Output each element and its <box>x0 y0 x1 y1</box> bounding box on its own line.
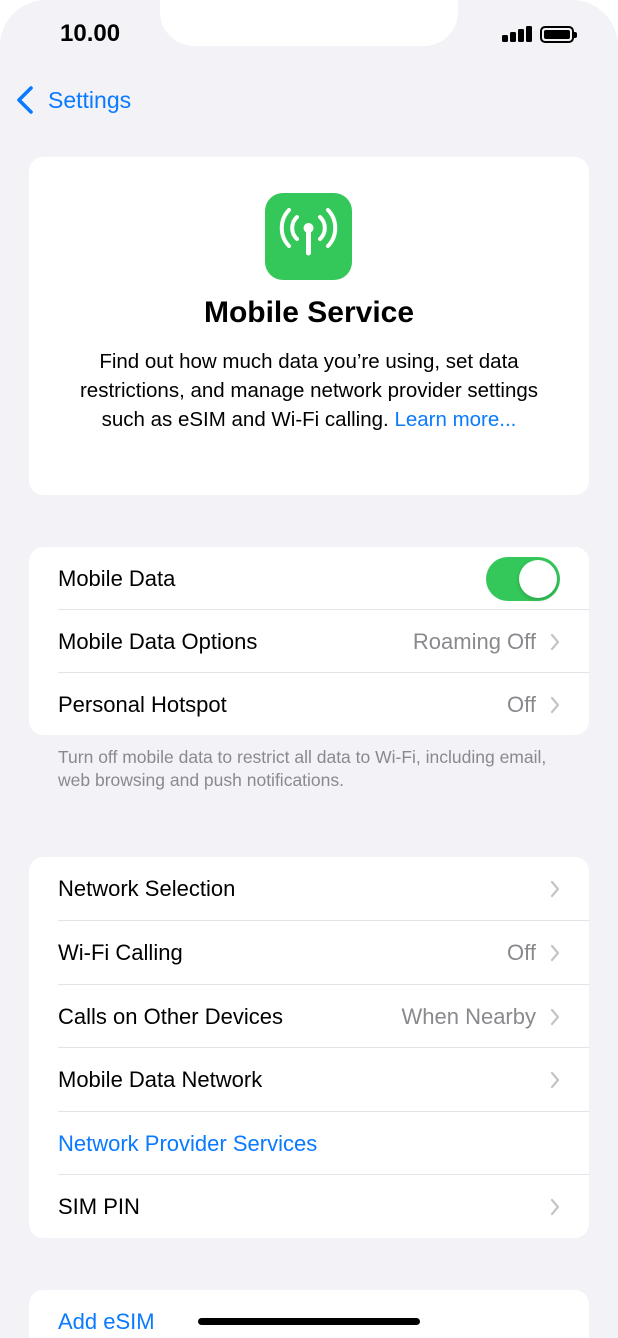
notch <box>160 0 458 46</box>
row-label: Network Selection <box>58 875 236 901</box>
page-title: Mobile Service <box>203 296 415 329</box>
wifi-calling-row[interactable]: Wi-Fi Calling Off <box>29 921 589 984</box>
row-label: Personal Hotspot <box>58 691 227 717</box>
row-label: Mobile Data Network <box>58 1066 263 1092</box>
row-label: Wi-Fi Calling <box>58 939 183 965</box>
mobile-data-options-row[interactable]: Mobile Data Options Roaming Off <box>29 610 589 673</box>
network-provider-services-row[interactable]: Network Provider Services <box>29 1112 589 1175</box>
add-esim-row[interactable]: Add eSIM <box>29 1290 589 1338</box>
back-label: Settings <box>48 86 132 113</box>
row-label: Calls on Other Devices <box>58 1003 283 1029</box>
chevron-right-icon <box>550 1198 560 1215</box>
learn-more-link[interactable]: Learn more... <box>394 408 516 431</box>
phone-screen: 10.00 Settings Mobile Service Find out h… <box>0 0 618 1338</box>
chevron-right-icon <box>550 880 560 897</box>
row-value: Off <box>507 939 536 965</box>
network-provider-services-link[interactable]: Network Provider Services <box>58 1131 560 1157</box>
row-value: Roaming Off <box>412 628 536 654</box>
status-icons <box>500 24 580 46</box>
row-value: Off <box>507 691 536 717</box>
row-label: Mobile Data <box>58 565 176 591</box>
chevron-right-icon <box>550 696 560 713</box>
chevron-right-icon <box>550 1071 560 1088</box>
mobile-data-row: Mobile Data <box>29 547 589 610</box>
hero-description: Find out how much data you’re using, set… <box>69 347 549 434</box>
mobile-data-toggle[interactable] <box>486 556 560 601</box>
row-label: Mobile Data Options <box>58 628 258 654</box>
chevron-right-icon <box>550 1008 560 1025</box>
personal-hotspot-row[interactable]: Personal Hotspot Off <box>29 673 589 736</box>
sim-pin-row[interactable]: SIM PIN <box>29 1175 589 1238</box>
chevron-right-icon <box>550 633 560 650</box>
mobile-data-network-row[interactable]: Mobile Data Network <box>29 1048 589 1111</box>
home-indicator <box>198 1318 420 1325</box>
status-time: 10.00 <box>60 20 121 47</box>
row-value: When Nearby <box>401 1003 536 1029</box>
toggle-knob <box>519 559 557 598</box>
mobile-data-group: Mobile Data Mobile Data Options Roaming … <box>29 547 589 735</box>
network-group: Network Selection Wi-Fi Calling Off Call… <box>29 857 589 1238</box>
back-button[interactable]: Settings <box>16 84 131 116</box>
chevron-left-icon <box>17 86 33 114</box>
network-selection-row[interactable]: Network Selection <box>29 857 589 920</box>
esim-group: Add eSIM <box>29 1290 589 1338</box>
chevron-right-icon <box>550 944 560 961</box>
antenna-signal-icon <box>265 193 352 280</box>
mobile-service-header-card: Mobile Service Find out how much data yo… <box>29 157 589 495</box>
battery-icon <box>540 26 577 43</box>
calls-on-other-devices-row[interactable]: Calls on Other Devices When Nearby <box>29 985 589 1048</box>
signal-icon <box>502 35 508 42</box>
mobile-data-footnote: Turn off mobile data to restrict all dat… <box>58 747 547 790</box>
row-label: SIM PIN <box>58 1193 140 1219</box>
